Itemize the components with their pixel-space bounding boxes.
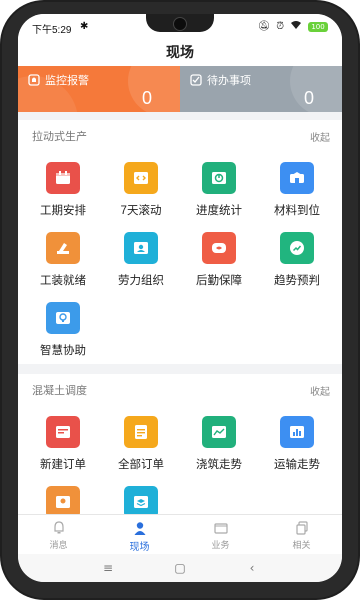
grid-item-label: 后勤保障 bbox=[196, 275, 242, 287]
folder-icon bbox=[213, 523, 228, 534]
grid-item-progress[interactable]: 进度统计 bbox=[178, 162, 256, 224]
menu-nav-button[interactable]: ≡ bbox=[101, 561, 115, 575]
grid-item-label: 7天滚动 bbox=[120, 205, 162, 217]
person-icon bbox=[134, 522, 145, 535]
grid-item-label: 材料到位 bbox=[274, 205, 320, 217]
grid-item-labor[interactable]: 劳力组织 bbox=[100, 232, 178, 294]
line-chart-icon bbox=[202, 416, 236, 448]
battery-indicator: 100 bbox=[308, 21, 328, 32]
list-icon bbox=[124, 416, 158, 448]
grid-item-label: 全部订单 bbox=[118, 459, 164, 471]
grid-item-tooling[interactable]: 工装就绪 bbox=[22, 232, 100, 294]
tab-messages[interactable]: 消息 bbox=[18, 515, 99, 555]
tab-label: 相关 bbox=[292, 540, 311, 550]
collapse-button[interactable]: 收起 bbox=[310, 129, 330, 144]
bluetooth-icon: ✱ bbox=[80, 21, 89, 32]
grid-item-pour-trend[interactable]: 浇筑走势 bbox=[178, 416, 256, 478]
tools-icon bbox=[46, 232, 80, 264]
grid-item-materials[interactable]: 材料到位 bbox=[256, 162, 334, 224]
bar-chart-icon bbox=[280, 416, 314, 448]
grid-item-label: 进度统计 bbox=[196, 205, 242, 217]
todo-count: 0 bbox=[303, 88, 314, 108]
trend-icon bbox=[280, 232, 314, 264]
truck-icon bbox=[280, 162, 314, 194]
section-title: 混凝土调度 bbox=[32, 385, 87, 397]
alarm-count: 0 bbox=[141, 88, 152, 108]
code-icon bbox=[124, 162, 158, 194]
worker-icon bbox=[124, 232, 158, 264]
card-decoration bbox=[128, 66, 180, 112]
tab-site[interactable]: 现场 bbox=[99, 515, 180, 555]
grid-item-7day[interactable]: 7天滚动 bbox=[100, 162, 178, 224]
grid-item-label: 智慧协助 bbox=[40, 345, 86, 357]
tab-related[interactable]: 相关 bbox=[261, 515, 342, 555]
pie-chart-icon bbox=[202, 162, 236, 194]
status-time: 下午5:29 bbox=[32, 25, 72, 36]
phone-frame: 下午5:29 ✱ 🔕︎ ⏰︎ 100 现场 监控报警 0 待办事项 0 拉动式生… bbox=[0, 0, 360, 600]
grid-item-trend[interactable]: 趋势预判 bbox=[256, 232, 334, 294]
camera-notch bbox=[146, 14, 214, 32]
alarm-clock-icon: ⏰︎ bbox=[276, 21, 284, 32]
collapse-button[interactable]: 收起 bbox=[310, 383, 330, 398]
system-nav-bar: ≡ ▢ ‹ bbox=[18, 554, 342, 582]
bottom-tab-bar: 消息 现场 业务 相关 bbox=[18, 514, 342, 555]
grid-item-schedule[interactable]: 工期安排 bbox=[22, 162, 100, 224]
home-nav-button[interactable]: ▢ bbox=[173, 561, 187, 575]
card-decoration bbox=[290, 66, 342, 112]
grid-item-all-orders[interactable]: 全部订单 bbox=[100, 416, 178, 478]
tab-label: 现场 bbox=[129, 542, 150, 553]
grid-item-label: 运输走势 bbox=[274, 459, 320, 471]
shield-icon bbox=[202, 232, 236, 264]
copy-icon bbox=[295, 521, 308, 535]
grid-item-transport-trend[interactable]: 运输走势 bbox=[256, 416, 334, 478]
todo-icon bbox=[190, 74, 202, 86]
page-title: 现场 bbox=[18, 40, 342, 66]
alarm-icon bbox=[28, 74, 40, 86]
wifi-icon bbox=[290, 20, 302, 33]
bell-icon bbox=[53, 521, 64, 534]
grid-item-logistics[interactable]: 后勤保障 bbox=[178, 232, 256, 294]
tab-label: 消息 bbox=[49, 540, 68, 550]
calendar-icon bbox=[46, 162, 80, 194]
new-order-icon bbox=[46, 416, 80, 448]
grid-item-label: 工期安排 bbox=[40, 205, 86, 217]
section-title: 拉动式生产 bbox=[32, 131, 87, 143]
grid-item-smart-assist[interactable]: 智慧协助 bbox=[22, 302, 100, 364]
section-concrete-dispatch: 混凝土调度 收起 新建订单 全部订单 浇筑走势 运输走势 bbox=[18, 374, 342, 518]
grid-item-label: 浇筑走势 bbox=[196, 459, 242, 471]
grid-item-label: 新建订单 bbox=[40, 459, 86, 471]
grid-item-new-order[interactable]: 新建订单 bbox=[22, 416, 100, 478]
tab-label: 业务 bbox=[211, 540, 230, 550]
summary-cards: 监控报警 0 待办事项 0 bbox=[18, 66, 342, 112]
alarm-card[interactable]: 监控报警 0 bbox=[18, 66, 180, 112]
back-nav-button[interactable]: ‹ bbox=[245, 561, 259, 575]
todo-card-label: 待办事项 bbox=[207, 75, 251, 87]
grid-item-label: 趋势预判 bbox=[274, 275, 320, 287]
app-screen: 下午5:29 ✱ 🔕︎ ⏰︎ 100 现场 监控报警 0 待办事项 0 拉动式生… bbox=[18, 14, 342, 582]
section-pull-production: 拉动式生产 收起 工期安排 7天滚动 进度统计 材料到位 工装就绪 劳力组织 后… bbox=[18, 120, 342, 364]
lightbulb-icon bbox=[46, 302, 80, 334]
mute-icon: 🔕︎ bbox=[257, 21, 271, 32]
alarm-card-label: 监控报警 bbox=[45, 75, 89, 87]
grid-item-label: 工装就绪 bbox=[40, 275, 86, 287]
todo-card[interactable]: 待办事项 0 bbox=[180, 66, 342, 112]
camera-icon bbox=[173, 17, 187, 31]
tab-business[interactable]: 业务 bbox=[180, 515, 261, 555]
grid-item-label: 劳力组织 bbox=[118, 275, 164, 287]
